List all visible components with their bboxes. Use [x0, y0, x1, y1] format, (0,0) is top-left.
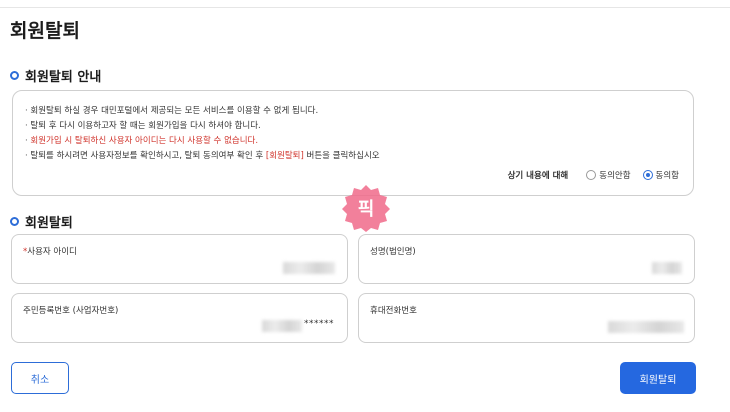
- radio-disagree-label: 동의안함: [599, 171, 631, 181]
- mobile-label: 휴대전화번호: [370, 306, 417, 316]
- mobile-value-masked: [608, 321, 684, 333]
- withdraw-button[interactable]: 회원탈퇴: [620, 362, 696, 394]
- notice-line: 회원탈퇴 하실 경우 대민포털에서 제공되는 모든 서비스를 이용할 수 없게 …: [25, 104, 380, 119]
- name-label: 성명(법인명): [370, 247, 416, 257]
- agree-row: 상기 내용에 대해 동의안함 동의함: [508, 169, 679, 181]
- user-id-field[interactable]: *사용자 아이디: [11, 234, 348, 284]
- watermark-text: 픽: [358, 199, 375, 220]
- radio-agree[interactable]: 동의함: [642, 169, 679, 181]
- form-section-heading: 회원탈퇴: [10, 212, 73, 231]
- form-heading-text: 회원탈퇴: [25, 216, 73, 231]
- notice-line-highlight: [회원탈퇴]: [265, 151, 304, 161]
- notice-line-warning: 회원가입 시 탈퇴하신 사용자 아이디는 다시 사용할 수 없습니다.: [25, 134, 380, 149]
- circle-bullet-icon: [10, 217, 19, 226]
- radio-unchecked-icon[interactable]: [586, 170, 597, 180]
- radio-checked-icon[interactable]: [642, 170, 653, 180]
- user-id-label: *사용자 아이디: [23, 245, 77, 257]
- notice-section-heading: 회원탈퇴 안내: [10, 66, 101, 85]
- notice-line-text: 버튼을 클릭하십시오: [303, 151, 380, 161]
- reg-number-masked-suffix: ******: [304, 319, 334, 329]
- top-divider: [0, 7, 730, 8]
- watermark-badge: 픽: [342, 185, 390, 232]
- notice-list: 회원탈퇴 하실 경우 대민포털에서 제공되는 모든 서비스를 이용할 수 없게 …: [25, 104, 380, 164]
- notice-box: 회원탈퇴 하실 경우 대민포털에서 제공되는 모든 서비스를 이용할 수 없게 …: [12, 90, 694, 196]
- notice-line: 탈퇴를 하시려면 사용자정보를 확인하시고, 탈퇴 동의여부 확인 후 [회원탈…: [25, 149, 380, 164]
- reg-number-label: 주민등록번호 (사업자번호): [23, 306, 119, 316]
- user-id-label-text: 사용자 아이디: [27, 247, 77, 257]
- radio-agree-label: 동의함: [655, 171, 679, 181]
- user-id-value-masked: [283, 262, 335, 274]
- name-field[interactable]: 성명(법인명): [358, 234, 695, 284]
- notice-heading-text: 회원탈퇴 안내: [25, 70, 102, 85]
- reg-number-value-masked: [262, 320, 302, 332]
- notice-line-text: 탈퇴를 하시려면 사용자정보를 확인하시고, 탈퇴 동의여부 확인 후: [30, 151, 266, 161]
- radio-disagree[interactable]: 동의안함: [586, 169, 631, 181]
- notice-line: 탈퇴 후 다시 이용하고자 할 때는 회원가입을 다시 하셔야 합니다.: [25, 119, 380, 134]
- reg-number-field[interactable]: 주민등록번호 (사업자번호) ******: [11, 293, 348, 343]
- cancel-button[interactable]: 취소: [11, 362, 69, 394]
- agree-question: 상기 내용에 대해: [507, 171, 569, 181]
- mobile-field[interactable]: 휴대전화번호: [358, 293, 695, 343]
- circle-bullet-icon: [10, 71, 19, 80]
- name-value-masked: [652, 262, 682, 274]
- page-title: 회원탈퇴: [10, 20, 80, 42]
